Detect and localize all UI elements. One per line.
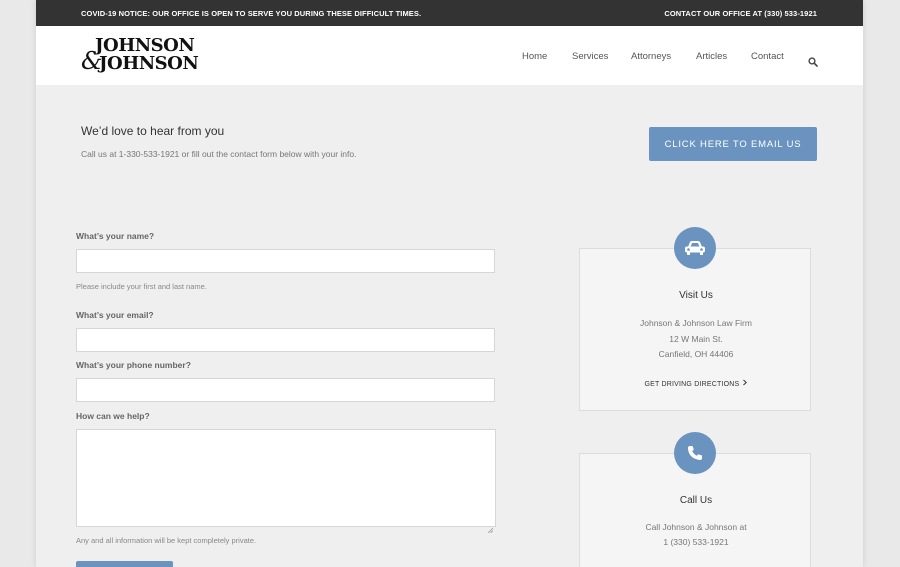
site-header: JOHNSON & JOHNSON Home Services Attorney…	[36, 26, 863, 85]
search-icon[interactable]	[808, 52, 818, 67]
intro-heading: We’d love to hear from you	[81, 124, 225, 138]
intro-subtitle: Call us at 1-330-533-1921 or fill out th…	[81, 149, 357, 159]
street-address: 12 W Main St.	[669, 334, 723, 344]
chevron-right-icon	[742, 379, 748, 388]
nav-attorneys[interactable]: Attorneys	[631, 51, 671, 62]
driving-directions-label: GET DRIVING DIRECTIONS	[644, 381, 740, 388]
privacy-note: Any and all information will be kept com…	[76, 536, 257, 545]
resize-handle-icon[interactable]	[487, 518, 494, 534]
nav-articles[interactable]: Articles	[696, 51, 727, 62]
logo-line-2: JOHNSON	[99, 53, 199, 74]
call-us-text: Call Johnson & Johnson at	[645, 522, 747, 532]
message-label: How can we help?	[76, 411, 150, 421]
covid-notice-text: COVID-19 NOTICE: OUR OFFICE IS OPEN TO S…	[81, 9, 422, 18]
email-us-button[interactable]: CLICK HERE TO EMAIL US	[649, 127, 817, 161]
name-label: What’s your name?	[76, 231, 155, 241]
name-field[interactable]	[76, 249, 495, 273]
message-textarea[interactable]	[76, 429, 496, 534]
driving-directions-link[interactable]: GET DRIVING DIRECTIONS	[580, 379, 812, 388]
car-icon	[674, 227, 716, 269]
email-field[interactable]	[76, 328, 495, 352]
email-label: What’s your email?	[76, 310, 154, 320]
phone-icon	[674, 432, 716, 474]
nav-services[interactable]: Services	[572, 51, 608, 62]
page: COVID-19 NOTICE: OUR OFFICE IS OPEN TO S…	[36, 0, 863, 567]
contact-office-link[interactable]: CONTACT OUR OFFICE AT (330) 533-1921	[664, 9, 817, 18]
phone-field[interactable]	[76, 378, 495, 402]
site-logo[interactable]: JOHNSON & JOHNSON	[81, 37, 211, 77]
firm-name: Johnson & Johnson Law Firm	[640, 318, 752, 328]
call-us-title: Call Us	[679, 495, 713, 506]
phone-label: What’s your phone number?	[76, 360, 191, 370]
visit-us-card: Visit Us Johnson & Johnson Law Firm 12 W…	[579, 248, 811, 411]
city-state-zip: Canfield, OH 44406	[658, 349, 734, 359]
phone-number[interactable]: 1 (330) 533-1921	[580, 537, 812, 547]
submit-button[interactable]	[76, 561, 173, 567]
nav-home[interactable]: Home	[522, 51, 547, 62]
name-help-text: Please include your first and last name.	[76, 282, 207, 291]
notice-bar: COVID-19 NOTICE: OUR OFFICE IS OPEN TO S…	[36, 0, 863, 26]
nav-contact[interactable]: Contact	[751, 51, 784, 62]
visit-us-title: Visit Us	[679, 290, 713, 301]
